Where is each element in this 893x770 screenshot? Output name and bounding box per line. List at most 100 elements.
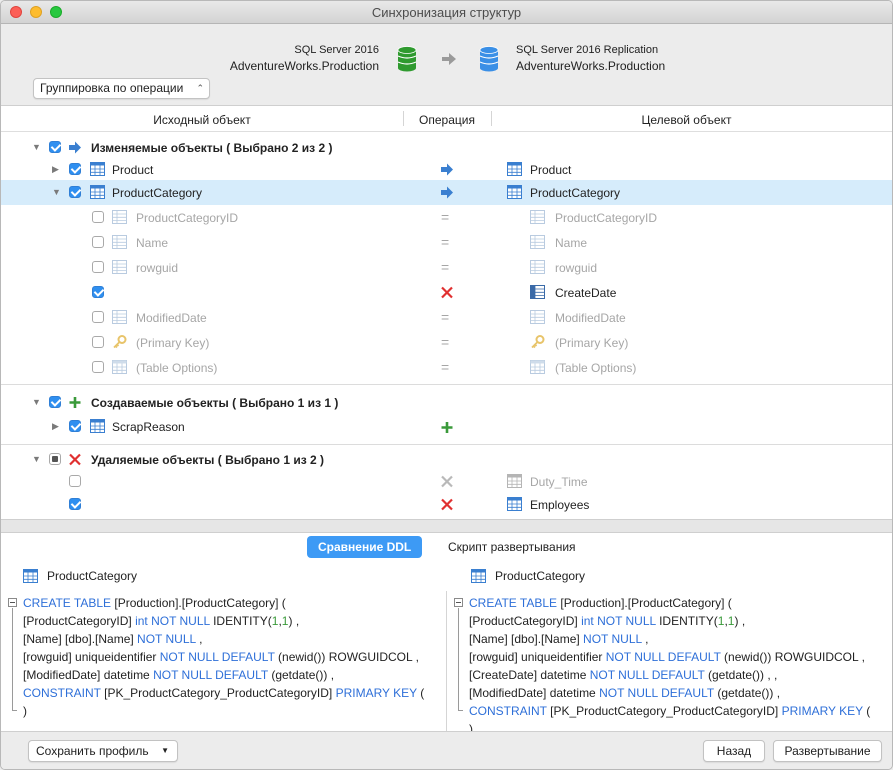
save-profile-label: Сохранить профиль	[36, 744, 149, 758]
source-object: rowguid	[136, 261, 179, 275]
code-token: [Production].[ProductCategory] (	[557, 596, 732, 610]
source-ddl-code[interactable]: CREATE TABLE [Production].[ProductCatego…	[23, 594, 424, 720]
target-object: rowguid	[555, 261, 598, 275]
target-object: Name	[555, 236, 588, 250]
code-token: [CreateDate] datetime	[469, 668, 590, 682]
source-object: Name	[136, 236, 169, 250]
equal-icon: =	[441, 334, 450, 350]
save-profile-button[interactable]: Сохранить профиль ▼	[28, 740, 178, 762]
row-column-productcategoryid[interactable]: ProductCategoryID = ProductCategoryID	[1, 205, 892, 230]
close-window-button[interactable]	[10, 6, 22, 18]
code-token: (newid()) ROWGUIDCOL ,	[720, 650, 865, 664]
minimize-window-button[interactable]	[30, 6, 42, 18]
row-scrapreason[interactable]: ▶ ScrapReason	[1, 414, 892, 439]
code-token: (	[416, 686, 425, 700]
code-token: [ModifiedDate] datetime	[23, 668, 154, 682]
fold-toggle-icon[interactable]	[454, 598, 463, 607]
row-checkbox[interactable]	[92, 361, 104, 373]
row-primary-key[interactable]: (Primary Key) = (Primary Key)	[1, 330, 892, 355]
row-table-options[interactable]: (Table Options) = (Table Options)	[1, 355, 892, 380]
back-button[interactable]: Назад	[703, 740, 765, 762]
source-ddl-pane[interactable]: CREATE TABLE [Production].[ProductCatego…	[1, 591, 447, 731]
key-icon	[113, 335, 127, 349]
row-checkbox[interactable]	[69, 163, 81, 175]
column-source[interactable]: Исходный объект	[1, 113, 403, 127]
target-ddl-code[interactable]: CREATE TABLE [Production].[ProductCatego…	[469, 594, 870, 731]
expand-right-icon[interactable]: ▶	[52, 421, 59, 432]
row-checkbox[interactable]	[92, 261, 104, 273]
key-icon	[531, 335, 545, 349]
code-token: [Name] [dbo].[Name]	[23, 632, 138, 646]
grouping-select[interactable]: Группировка по операции ⌃	[33, 78, 210, 99]
row-checkbox[interactable]	[69, 420, 81, 432]
equal-icon: =	[441, 209, 450, 225]
group-created-checkbox[interactable]	[49, 396, 61, 408]
code-token: int NOT NULL	[581, 614, 656, 628]
add-plus-icon	[441, 422, 453, 433]
tab-ddl-compare[interactable]: Сравнение DDL	[307, 536, 423, 558]
row-checkbox[interactable]	[69, 475, 81, 487]
target-database: AdventureWorks.Production	[516, 59, 666, 73]
row-checkbox[interactable]	[69, 186, 81, 198]
expand-down-icon[interactable]: ▼	[32, 454, 41, 464]
fold-line	[458, 608, 459, 710]
code-token: (getdate()) , ,	[704, 668, 778, 682]
row-column-rowguid[interactable]: rowguid = rowguid	[1, 255, 892, 280]
deploy-button[interactable]: Развертывание	[773, 740, 882, 762]
fold-line-end	[12, 710, 17, 711]
expand-right-icon[interactable]: ▶	[52, 164, 59, 175]
column-operation[interactable]: Операция	[403, 113, 491, 127]
expand-down-icon[interactable]: ▼	[52, 187, 61, 197]
expand-down-icon[interactable]: ▼	[32, 142, 41, 152]
pane-splitter[interactable]	[1, 519, 892, 533]
group-created[interactable]: ▼ Создаваемые объекты ( Выбрано 1 из 1 )	[1, 390, 892, 415]
target-object: ModifiedDate	[555, 311, 626, 325]
row-duty-time[interactable]: Duty_Time	[1, 469, 892, 494]
expand-down-icon[interactable]: ▼	[32, 397, 41, 407]
row-column-name[interactable]: Name = Name	[1, 230, 892, 255]
code-token: IDENTITY(	[655, 614, 718, 628]
row-checkbox[interactable]	[92, 286, 104, 298]
fold-toggle-icon[interactable]	[8, 598, 17, 607]
ddl-panel: Сравнение DDL Скрипт развертывания Produ…	[1, 533, 892, 731]
group-modified-label: Изменяемые объекты ( Выбрано 2 из 2 )	[91, 141, 333, 155]
code-token: PRIMARY KEY	[781, 704, 863, 718]
table-options-icon	[530, 360, 545, 374]
row-employees[interactable]: Employees	[1, 492, 892, 517]
row-productcategory[interactable]: ▼ ProductCategory ProductCategory	[1, 180, 892, 205]
row-column-createdate[interactable]: CreateDate	[1, 280, 892, 305]
row-checkbox[interactable]	[92, 336, 104, 348]
code-line: CONSTRAINT [PK_ProductCategory_ProductCa…	[23, 684, 424, 702]
zoom-window-button[interactable]	[50, 6, 62, 18]
code-token: [PK_ProductCategory_ProductCategoryID]	[100, 686, 336, 700]
code-line: [rowguid] uniqueidentifier NOT NULL DEFA…	[23, 648, 424, 666]
source-object: ScrapReason	[112, 420, 185, 434]
target-ddl-pane[interactable]: CREATE TABLE [Production].[ProductCatego…	[447, 591, 892, 731]
target-object: CreateDate	[555, 286, 617, 300]
tab-deploy-script[interactable]: Скрипт развертывания	[437, 536, 587, 558]
row-checkbox[interactable]	[92, 236, 104, 248]
row-checkbox[interactable]	[92, 311, 104, 323]
group-deleted-checkbox[interactable]	[49, 453, 61, 465]
target-object: Product	[530, 163, 572, 177]
modify-arrow-icon	[441, 163, 453, 176]
source-database: AdventureWorks.Production	[229, 59, 379, 73]
code-line: CREATE TABLE [Production].[ProductCatego…	[23, 594, 424, 612]
source-object: ModifiedDate	[136, 311, 207, 325]
code-token: ) ,	[288, 614, 300, 628]
row-checkbox[interactable]	[92, 211, 104, 223]
target-database-icon	[479, 46, 499, 72]
source-info: SQL Server 2016 AdventureWorks.Productio…	[230, 44, 379, 73]
table-icon	[507, 497, 522, 511]
column-header: Исходный объект Операция Целевой объект	[1, 105, 892, 132]
column-target[interactable]: Целевой объект	[491, 113, 882, 127]
row-product[interactable]: ▶ Product Product	[1, 157, 892, 182]
group-modified-checkbox[interactable]	[49, 141, 61, 153]
target-info: SQL Server 2016 Replication AdventureWor…	[516, 44, 665, 73]
code-token: NOT NULL	[137, 632, 196, 646]
column-icon	[530, 285, 545, 299]
row-checkbox[interactable]	[69, 498, 81, 510]
row-column-modifieddate[interactable]: ModifiedDate = ModifiedDate	[1, 305, 892, 330]
code-token: CREATE TABLE	[469, 596, 558, 610]
column-icon	[112, 210, 127, 224]
